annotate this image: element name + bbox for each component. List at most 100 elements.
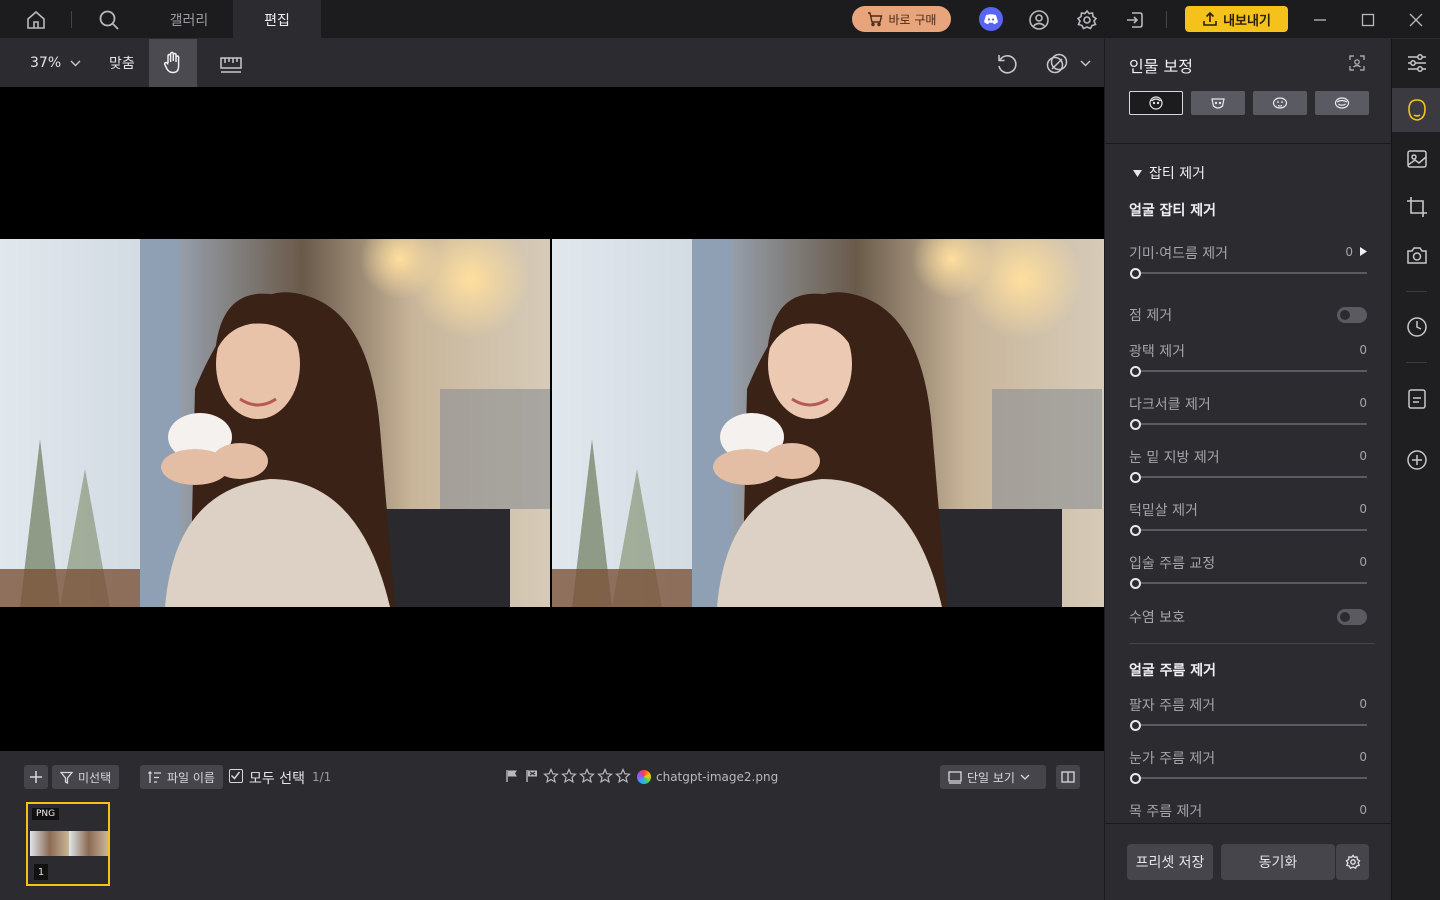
split-view-button[interactable]: [1056, 765, 1080, 789]
slider-track[interactable]: [1137, 423, 1367, 425]
face-detect-icon[interactable]: [1349, 55, 1365, 71]
fit-button[interactable]: 맞춤: [109, 39, 135, 87]
maximize-icon[interactable]: [1355, 7, 1381, 33]
slider-spot-acne: 기미·여드름 제거 0: [1129, 243, 1367, 279]
caret-down-icon: [1133, 169, 1142, 177]
face-tab-skin[interactable]: [1129, 91, 1183, 115]
notes-icon[interactable]: [1392, 377, 1440, 421]
rating-stars[interactable]: [543, 768, 631, 784]
crop-icon[interactable]: [1392, 185, 1440, 229]
face-skin-icon: [1149, 96, 1163, 110]
close-icon[interactable]: [1403, 7, 1429, 33]
face-tab-shape[interactable]: [1191, 91, 1245, 115]
edit-toolbar: 37% 맞춤: [0, 39, 1104, 87]
slider-value: 0: [1359, 449, 1367, 463]
account-icon[interactable]: [1026, 7, 1052, 33]
slider-track[interactable]: [1137, 476, 1367, 478]
slider-knob[interactable]: [1130, 268, 1141, 279]
toggle-switch[interactable]: [1337, 609, 1367, 625]
image-edit-icon[interactable]: [1392, 137, 1440, 181]
flag-icon[interactable]: [505, 769, 519, 783]
slider-track[interactable]: [1137, 582, 1367, 584]
select-count: 1/1: [312, 770, 332, 784]
divider: [71, 11, 72, 28]
sign-in-icon[interactable]: [1122, 7, 1148, 33]
star-icon[interactable]: [597, 768, 613, 784]
slider-shine: 광택 제거 0: [1129, 341, 1367, 377]
slider-knob[interactable]: [1130, 472, 1141, 483]
compare-ruler-icon[interactable]: [218, 52, 244, 74]
view-mode-dropdown[interactable]: 단일 보기: [940, 765, 1046, 789]
chevron-down-icon[interactable]: [1080, 60, 1091, 67]
sort-button[interactable]: 파일 이름: [140, 765, 223, 789]
minimize-icon[interactable]: [1307, 7, 1333, 33]
slider-eye-bags: 눈 밑 지방 제거 0: [1129, 447, 1367, 483]
slider-track[interactable]: [1137, 529, 1367, 531]
tab-gallery[interactable]: 갤러리: [145, 0, 233, 39]
zoom-value: 37%: [30, 55, 62, 71]
hand-icon: [163, 51, 180, 74]
group-title: 얼굴 주름 제거: [1129, 663, 1217, 679]
select-all-checkbox[interactable]: [229, 769, 243, 783]
filter-button[interactable]: 미선택: [52, 765, 120, 789]
star-icon[interactable]: [543, 768, 559, 784]
slider-track[interactable]: [1137, 272, 1367, 274]
star-icon[interactable]: [615, 768, 631, 784]
slider-knob[interactable]: [1130, 578, 1141, 589]
add-button[interactable]: [24, 765, 48, 789]
portrait-retouch-icon[interactable]: [1392, 88, 1440, 132]
adjustments-icon[interactable]: [1392, 41, 1440, 85]
zoom-dropdown[interactable]: 37%: [30, 39, 81, 87]
select-all-label[interactable]: 모두 선택: [249, 768, 305, 788]
slider-track[interactable]: [1137, 777, 1367, 779]
hand-tool-button[interactable]: [149, 39, 197, 87]
buy-now-label: 바로 구매: [888, 12, 937, 27]
section-blemish-toggle[interactable]: 잡티 제거: [1133, 163, 1205, 183]
slider-track[interactable]: [1137, 370, 1367, 372]
expand-arrow-icon[interactable]: [1360, 247, 1367, 256]
filter-label: 미선택: [78, 770, 112, 785]
gear-icon[interactable]: [1074, 7, 1100, 33]
search-icon[interactable]: [96, 7, 122, 33]
add-circle-icon[interactable]: [1392, 438, 1440, 482]
thumbnail[interactable]: PNG 1: [26, 802, 110, 886]
export-button[interactable]: 내보내기: [1185, 6, 1288, 32]
camera-icon[interactable]: [1392, 233, 1440, 277]
color-label-icon[interactable]: [637, 770, 651, 784]
sync-settings-button[interactable]: [1336, 844, 1369, 880]
chevron-down-icon: [70, 60, 81, 66]
slider-knob[interactable]: [1130, 366, 1141, 377]
face-tab-makeup[interactable]: [1315, 91, 1369, 115]
check-icon: [230, 771, 241, 780]
overlay-mask-icon[interactable]: [1045, 52, 1069, 76]
file-type-badge: PNG: [32, 808, 60, 820]
divider: [1105, 143, 1391, 144]
history-icon[interactable]: [1392, 305, 1440, 349]
rotate-icon[interactable]: [995, 52, 1019, 76]
slider-label: 팔자 주름 제거: [1129, 698, 1216, 714]
sort-label: 파일 이름: [167, 770, 215, 785]
slider-knob[interactable]: [1130, 773, 1141, 784]
slider-knob[interactable]: [1130, 720, 1141, 731]
toggle-mole-removal: 점 제거: [1129, 305, 1367, 325]
slider-knob[interactable]: [1130, 419, 1141, 430]
sync-button[interactable]: 동기화: [1221, 844, 1335, 880]
star-icon[interactable]: [561, 768, 577, 784]
save-preset-button[interactable]: 프리셋 저장: [1127, 844, 1213, 880]
discord-icon[interactable]: [979, 7, 1003, 31]
slider-track[interactable]: [1137, 724, 1367, 726]
star-icon[interactable]: [579, 768, 595, 784]
home-icon[interactable]: [23, 7, 49, 33]
image-canvas[interactable]: [0, 87, 1104, 751]
view-mode-label: 단일 보기: [967, 770, 1015, 785]
tab-edit[interactable]: 편집: [233, 0, 321, 39]
reject-flag-icon[interactable]: [525, 769, 539, 783]
toggle-switch[interactable]: [1337, 307, 1367, 323]
face-tab-eyes[interactable]: [1253, 91, 1307, 115]
slider-label: 눈가 주름 제거: [1129, 751, 1216, 767]
slider-knob[interactable]: [1130, 525, 1141, 536]
buy-now-button[interactable]: 바로 구매: [852, 6, 951, 32]
thumbnail-image: [30, 831, 108, 856]
slider-neck-wrinkles: 목 주름 제거 0: [1129, 801, 1367, 823]
slider-label: 기미·여드름 제거: [1129, 246, 1229, 262]
